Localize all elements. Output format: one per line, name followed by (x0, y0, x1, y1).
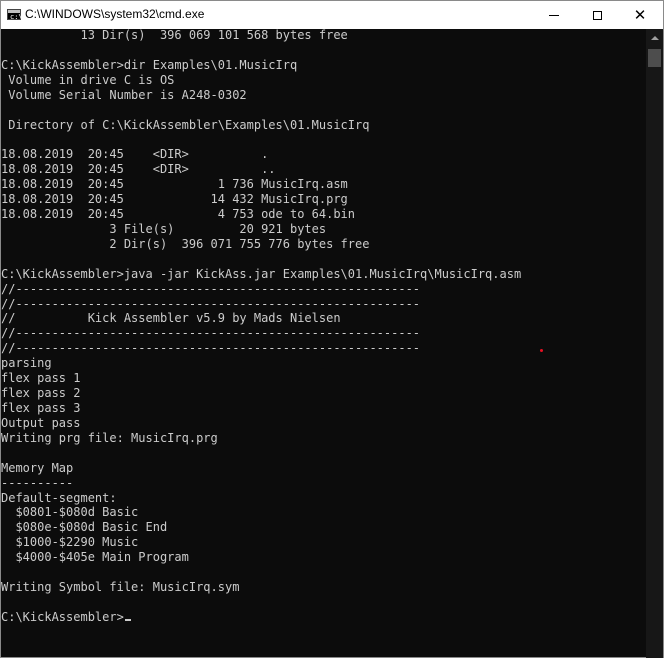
console-line: Volume in drive C is OS (1, 72, 175, 87)
console-line: Default-segment: (1, 490, 117, 505)
text-cursor (124, 618, 131, 621)
console-line: Writing Symbol file: MusicIrq.sym (1, 580, 240, 595)
console-line: Output pass (1, 415, 81, 430)
console-line: ---------- (1, 475, 74, 490)
console-line: 18.08.2019 20:45 <DIR> . (1, 147, 269, 162)
console-line: 2 Dir(s) 396 071 755 776 bytes free (1, 236, 370, 251)
maximize-icon (592, 10, 602, 20)
console-line: //--------------------------------------… (1, 281, 421, 296)
console-line: 18.08.2019 20:45 4 753 ode to 64.bin (1, 207, 356, 222)
console-line: 18.08.2019 20:45 <DIR> .. (1, 162, 276, 177)
console-line: C:\KickAssembler> (1, 610, 131, 625)
vertical-scrollbar[interactable] (646, 29, 663, 658)
title-bar[interactable]: c:\_ C:\WINDOWS\system32\cmd.exe ✕ (1, 1, 663, 29)
close-button[interactable]: ✕ (617, 1, 663, 29)
minimize-icon (549, 14, 559, 16)
console-line: 3 File(s) 20 921 bytes (1, 221, 327, 236)
minimize-button[interactable] (531, 1, 577, 29)
console-line: Directory of C:\KickAssembler\Examples\0… (1, 117, 370, 132)
red-dot-marker (540, 349, 543, 352)
console-line: // Kick Assembler v5.9 by Mads Nielsen (1, 311, 341, 326)
scroll-up-button[interactable] (646, 29, 663, 46)
arrow-up-icon (650, 35, 659, 40)
console-line: Writing prg file: MusicIrq.prg (1, 430, 218, 445)
window-title: C:\WINDOWS\system32\cmd.exe (25, 7, 205, 21)
console-line: $080e-$080d Basic End (1, 520, 168, 535)
console-line: //--------------------------------------… (1, 296, 421, 311)
console-line: $0801-$080d Basic (1, 505, 139, 520)
console-line: C:\KickAssembler>dir Examples\01.MusicIr… (1, 57, 298, 72)
console-line: 13 Dir(s) 396 069 101 568 bytes free (1, 28, 348, 42)
console-line: //--------------------------------------… (1, 341, 421, 356)
console-line: Memory Map (1, 460, 74, 475)
console-line: 18.08.2019 20:45 1 736 MusicIrq.asm (1, 177, 348, 192)
console-line: 18.08.2019 20:45 14 432 MusicIrq.prg (1, 192, 348, 207)
console-line: flex pass 1 (1, 371, 81, 386)
console-line: flex pass 3 (1, 401, 81, 415)
console-line: //--------------------------------------… (1, 326, 421, 341)
console-line: $1000-$2290 Music (1, 535, 139, 550)
scrollbar-thumb[interactable] (648, 49, 661, 67)
maximize-button[interactable] (574, 1, 620, 29)
console-line: C:\KickAssembler>java -jar KickAss.jar E… (1, 266, 522, 281)
cmd-window: c:\_ C:\WINDOWS\system32\cmd.exe ✕ 13 Di… (0, 0, 664, 658)
close-icon: ✕ (633, 5, 647, 24)
console-line: Volume Serial Number is A248-0302 (1, 87, 247, 102)
console-output[interactable]: 13 Dir(s) 396 069 101 568 bytes free C:\K… (1, 28, 646, 658)
console-line: flex pass 2 (1, 386, 81, 401)
console-line: $4000-$405e Main Program (1, 550, 189, 565)
console-line: parsing (1, 356, 52, 371)
console-app-icon[interactable]: c:\_ (7, 9, 27, 21)
